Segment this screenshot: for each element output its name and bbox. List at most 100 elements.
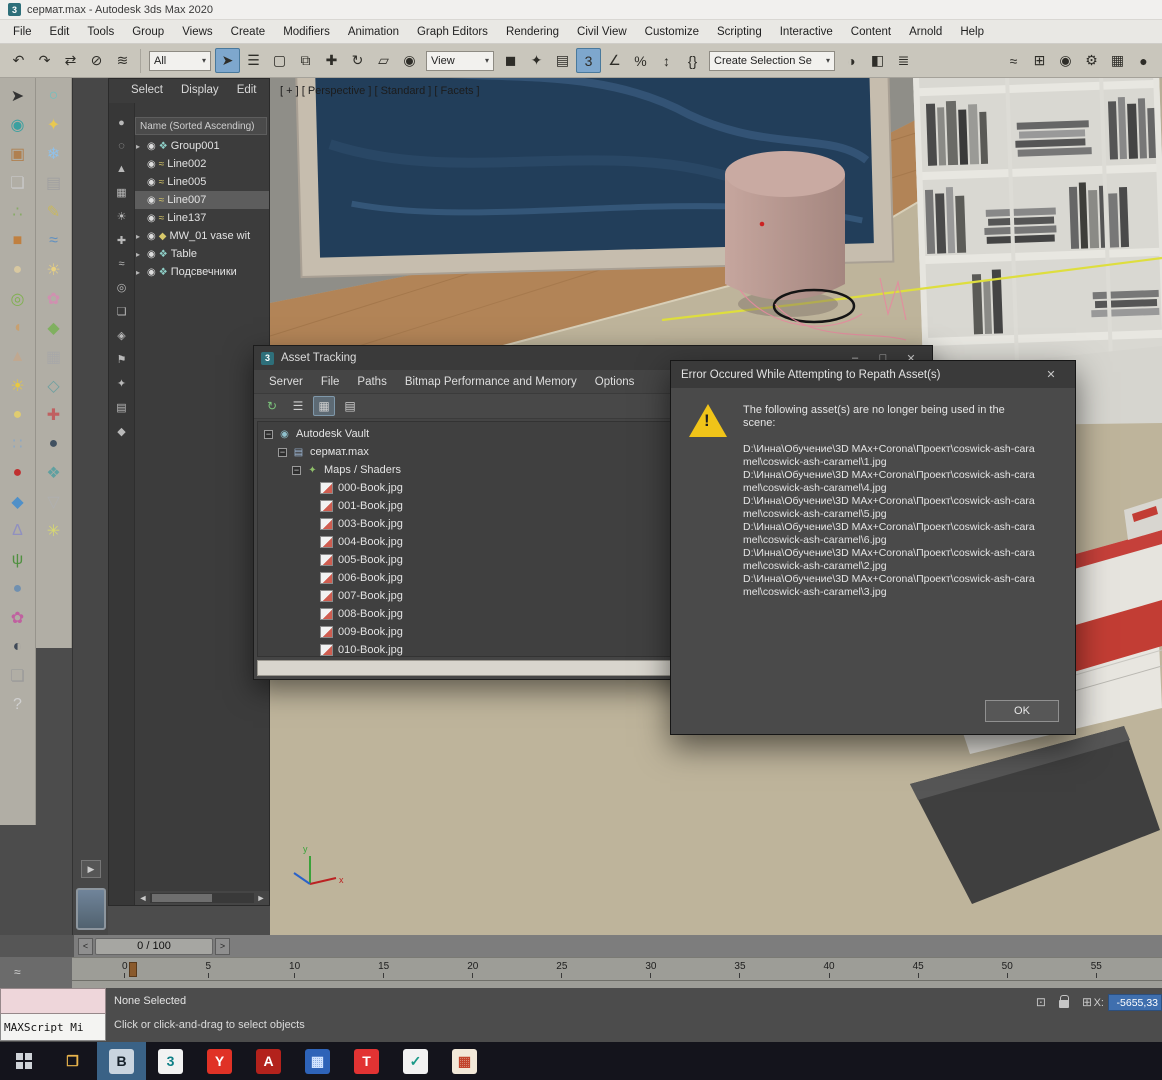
- tool-icon[interactable]: ▤: [39, 168, 69, 197]
- tool-icon[interactable]: ●: [3, 255, 33, 284]
- reference-coordinate-dropdown[interactable]: View▾: [426, 51, 494, 71]
- explorer-tab[interactable]: Edit: [229, 84, 265, 103]
- toolbar-button[interactable]: ↻: [345, 48, 370, 73]
- toolbar-button[interactable]: ✦: [524, 48, 549, 73]
- menu-item[interactable]: Interactive: [771, 20, 842, 44]
- tool-icon[interactable]: ψ: [3, 545, 33, 574]
- tool-icon[interactable]: ●: [3, 400, 33, 429]
- toolbar-button[interactable]: ≈: [1001, 48, 1026, 73]
- selection-lock-icon[interactable]: [1059, 1000, 1069, 1008]
- display-filter-icon[interactable]: ◎: [117, 281, 127, 294]
- toolbar-button[interactable]: ➤: [215, 48, 240, 73]
- tool-icon[interactable]: ❖: [39, 458, 69, 487]
- menu-item[interactable]: Create: [222, 20, 275, 44]
- display-filter-icon[interactable]: ❏: [117, 305, 127, 318]
- toolbar-button[interactable]: ↕: [654, 48, 679, 73]
- visibility-eye-icon[interactable]: [147, 141, 156, 152]
- isolate-selection-icon[interactable]: ⊡: [1036, 995, 1046, 1009]
- track-bar[interactable]: ≈ 0510152025303540455055: [0, 957, 1162, 988]
- display-filter-icon[interactable]: ●: [118, 117, 125, 129]
- toolbar-button[interactable]: ◉: [397, 48, 422, 73]
- menu-item[interactable]: Server: [260, 376, 312, 388]
- tool-icon[interactable]: ❏: [3, 168, 33, 197]
- ok-button[interactable]: OK: [985, 700, 1059, 722]
- previous-frame-button[interactable]: <: [78, 938, 93, 955]
- tool-icon[interactable]: ◉: [3, 110, 33, 139]
- expand-arrow-icon[interactable]: [136, 232, 144, 241]
- visibility-eye-icon[interactable]: [147, 159, 156, 170]
- tree-expander-icon[interactable]: [292, 466, 301, 475]
- tool-icon[interactable]: ❏: [3, 661, 33, 690]
- scrollbar-track[interactable]: [150, 893, 254, 903]
- toolbar-button[interactable]: ▦: [1105, 48, 1130, 73]
- toolbar-button[interactable]: ●: [1131, 48, 1156, 73]
- menu-item[interactable]: Scripting: [708, 20, 771, 44]
- taskbar-app[interactable]: B: [97, 1042, 146, 1080]
- menu-item[interactable]: Options: [586, 376, 644, 388]
- tool-icon[interactable]: ■: [3, 226, 33, 255]
- list-item[interactable]: ≈ Line005: [135, 173, 269, 191]
- display-filter-icon[interactable]: ▲: [116, 163, 127, 175]
- toolbar-button[interactable]: ◑: [839, 48, 864, 73]
- tool-icon[interactable]: ≈: [39, 226, 69, 255]
- expand-panel-button[interactable]: ▶: [81, 860, 101, 878]
- tree-expander-icon[interactable]: [278, 448, 287, 457]
- visibility-eye-icon[interactable]: [147, 213, 156, 224]
- tool-icon[interactable]: ✦: [39, 110, 69, 139]
- scroll-left-arrow[interactable]: ◄: [136, 893, 150, 903]
- explorer-tab[interactable]: Select: [123, 84, 171, 103]
- toolbar-button[interactable]: ⊘: [84, 48, 109, 73]
- menu-item[interactable]: Bitmap Performance and Memory: [396, 376, 586, 388]
- tool-icon[interactable]: ◇: [39, 371, 69, 400]
- error-dialog-title-bar[interactable]: Error Occured While Attempting to Repath…: [671, 361, 1075, 388]
- list-item[interactable]: ≈ Line007: [135, 191, 269, 209]
- absolute-mode-grid-icon[interactable]: ⊞: [1082, 995, 1092, 1009]
- tool-icon[interactable]: ◐: [3, 632, 33, 661]
- x-coordinate-field[interactable]: -5655,33: [1108, 994, 1162, 1011]
- tool-icon[interactable]: ✿: [39, 284, 69, 313]
- menu-item[interactable]: Edit: [41, 20, 79, 44]
- menu-item[interactable]: Paths: [348, 376, 395, 388]
- display-filter-icon[interactable]: ⚑: [117, 353, 127, 366]
- toolbar-button[interactable]: ⚙: [1079, 48, 1104, 73]
- toolbar-button[interactable]: ↶: [6, 48, 31, 73]
- explorer-tab[interactable]: Display: [173, 84, 227, 103]
- menu-item[interactable]: Graph Editors: [408, 20, 497, 44]
- tool-icon[interactable]: ▽: [39, 487, 69, 516]
- toolbar-button[interactable]: {}: [680, 48, 705, 73]
- list-item[interactable]: ❖ Table: [135, 245, 269, 263]
- menu-item[interactable]: File: [4, 20, 41, 44]
- menu-item[interactable]: Animation: [339, 20, 408, 44]
- tool-icon[interactable]: ●: [3, 458, 33, 487]
- display-filter-icon[interactable]: ◆: [117, 425, 125, 438]
- tool-icon[interactable]: ▣: [3, 139, 33, 168]
- toolbar-button[interactable]: ▢: [267, 48, 292, 73]
- display-filter-icon[interactable]: ✦: [117, 377, 126, 390]
- menu-item[interactable]: Views: [173, 20, 221, 44]
- taskbar-app[interactable]: ▦: [440, 1042, 489, 1080]
- tool-icon[interactable]: ◖: [3, 313, 33, 342]
- list-item[interactable]: ≈ Line002: [135, 155, 269, 173]
- tool-icon[interactable]: ➤: [3, 81, 33, 110]
- start-button[interactable]: [0, 1042, 48, 1080]
- toolbar-button[interactable]: ↻: [261, 396, 283, 416]
- taskbar-app[interactable]: ▦: [293, 1042, 342, 1080]
- menu-item[interactable]: Content: [842, 20, 900, 44]
- tool-icon[interactable]: ☀: [3, 371, 33, 400]
- list-item[interactable]: ◆ MW_01 vase wit: [135, 227, 269, 245]
- toolbar-button[interactable]: ≋: [110, 48, 135, 73]
- display-filter-icon[interactable]: ✚: [117, 234, 126, 247]
- display-filter-icon[interactable]: ☀: [117, 210, 127, 223]
- toolbar-button[interactable]: ↷: [32, 48, 57, 73]
- toolbar-button[interactable]: ⊞: [1027, 48, 1052, 73]
- display-filter-icon[interactable]: ◌: [118, 140, 125, 152]
- toolbar-button[interactable]: ≣: [891, 48, 916, 73]
- toolbar-button[interactable]: ▤: [339, 396, 361, 416]
- toolbar-button[interactable]: ✚: [319, 48, 344, 73]
- close-icon[interactable]: [1037, 368, 1065, 381]
- toolbar-button[interactable]: ◉: [1053, 48, 1078, 73]
- named-selection-set-dropdown[interactable]: Create Selection Se▾: [709, 51, 835, 71]
- tool-icon[interactable]: ∷: [3, 429, 33, 458]
- maxscript-mini-listener[interactable]: MAXScript Mi: [0, 988, 106, 1042]
- tool-icon[interactable]: ◆: [3, 487, 33, 516]
